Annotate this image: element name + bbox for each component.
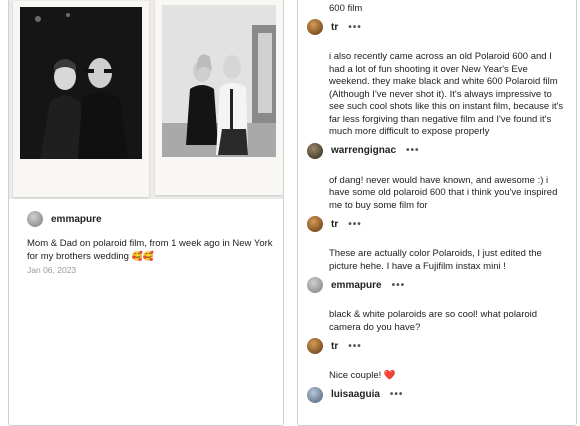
comment-text: These are actually color Polaroids, I ju…	[329, 248, 542, 272]
comment-author-row[interactable]: tr •••	[307, 336, 569, 356]
smiling-face-with-hearts-icon: 🥰🥰	[131, 251, 154, 261]
more-options-icon[interactable]: •••	[348, 219, 362, 230]
comment-author-row[interactable]: tr •••	[307, 17, 569, 37]
comment-text: i also recently came across an old Polar…	[329, 51, 564, 137]
comment-text: 100% agreed! I think I might order up so…	[329, 0, 559, 14]
comment-text: of dang! never would have known, and awe…	[329, 174, 558, 211]
comment: These are actually color Polaroids, I ju…	[307, 248, 569, 295]
comment-author-name[interactable]: tr	[331, 219, 338, 230]
avatar[interactable]	[307, 142, 323, 159]
comment: of dang! never would have known, and awe…	[307, 174, 569, 235]
avatar[interactable]	[27, 211, 43, 227]
post-caption: Mom & Dad on polaroid film, from 1 week …	[27, 237, 277, 263]
comment-author-row[interactable]: emmapure •••	[307, 275, 569, 295]
comment: 100% agreed! I think I might order up so…	[307, 0, 569, 37]
polaroid-right	[155, 0, 283, 195]
polaroid-left-image	[20, 7, 142, 159]
post-card: emmapure Mom & Dad on polaroid film, fro…	[8, 0, 284, 426]
more-options-icon[interactable]: •••	[406, 145, 420, 156]
comments-panel[interactable]: 100% agreed! I think I might order up so…	[297, 0, 577, 426]
comment-list: 100% agreed! I think I might order up so…	[307, 0, 569, 405]
comment-author-row[interactable]: tr •••	[307, 214, 569, 234]
post-author-name[interactable]: emmapure	[51, 214, 102, 225]
polaroid-right-image	[162, 5, 276, 157]
more-options-icon[interactable]: •••	[390, 389, 404, 400]
comment: i also recently came across an old Polar…	[307, 51, 569, 161]
comment-author-name[interactable]: luisaaguia	[331, 389, 380, 400]
comment-text: black & white polaroids are so cool! wha…	[329, 309, 538, 333]
avatar[interactable]	[307, 338, 323, 354]
polaroid-left	[13, 1, 149, 197]
avatar[interactable]	[307, 277, 323, 293]
avatar[interactable]	[307, 216, 323, 232]
comment-text-body: Nice couple!	[329, 370, 382, 381]
comment: Nice couple! ❤️ luisaaguia •••	[307, 370, 569, 405]
comment-text: Nice couple! ❤️	[329, 370, 569, 383]
comment-author-row[interactable]: warrengignac •••	[307, 141, 569, 161]
more-options-icon[interactable]: •••	[348, 341, 362, 352]
post-date: Jan 06, 2023	[27, 265, 77, 275]
comment-author-name[interactable]: tr	[331, 22, 338, 33]
red-heart-icon: ❤️	[383, 370, 396, 381]
comment: black & white polaroids are so cool! wha…	[307, 309, 569, 356]
comment-author-name[interactable]: tr	[331, 341, 338, 352]
post-meta: emmapure Mom & Dad on polaroid film, fro…	[27, 209, 277, 275]
post-author-row[interactable]: emmapure	[27, 209, 277, 229]
more-options-icon[interactable]: •••	[392, 280, 406, 291]
comment-author-name[interactable]: emmapure	[331, 280, 382, 291]
post-photo[interactable]	[9, 0, 283, 199]
comment-author-name[interactable]: warrengignac	[331, 145, 396, 156]
comment-author-row[interactable]: luisaaguia •••	[307, 385, 569, 405]
more-options-icon[interactable]: •••	[348, 22, 362, 33]
avatar[interactable]	[307, 386, 323, 403]
avatar[interactable]	[307, 19, 323, 35]
